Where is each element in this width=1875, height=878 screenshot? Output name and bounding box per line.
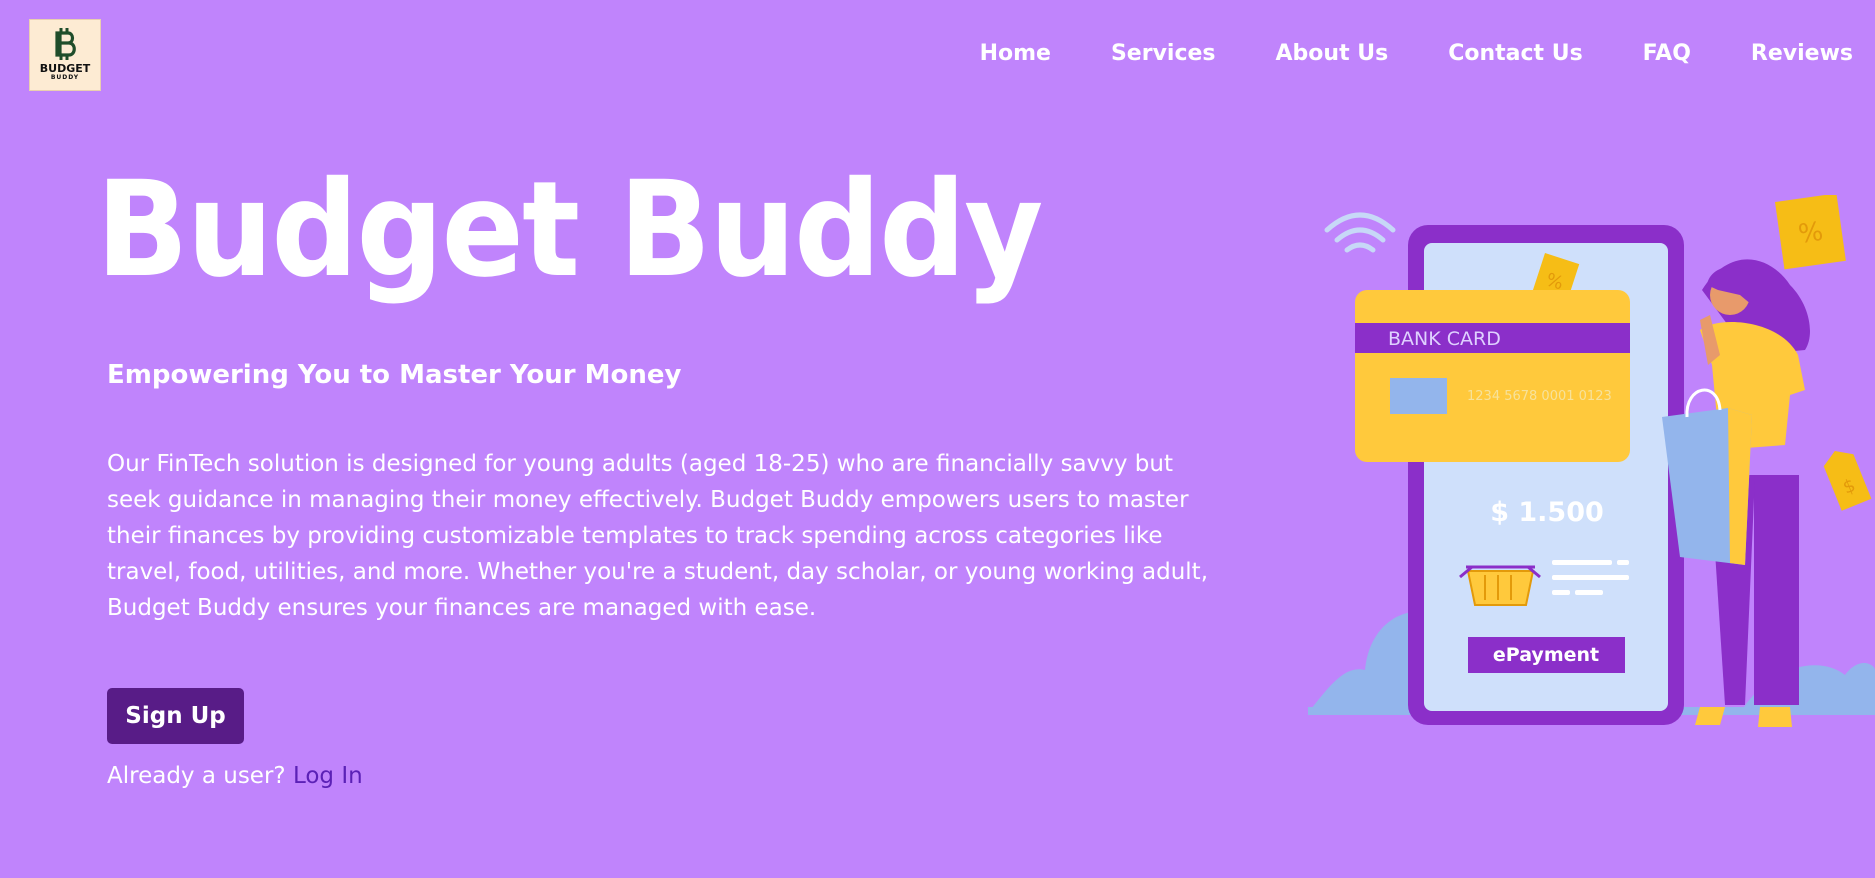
bank-card-label: BANK CARD [1388,328,1501,350]
logo[interactable]: BUDGET BUDDY [29,19,101,91]
nav-services[interactable]: Services [1111,41,1216,66]
hero-tagline: Empowering You to Master Your Money [107,360,682,390]
bank-card [1355,290,1630,462]
bank-card-number: 1234 5678 0001 0123 [1467,389,1612,404]
price-tag: $ [1823,451,1872,511]
wifi-icon [1324,212,1396,253]
login-prompt-line: Already a user? Log In [107,763,363,789]
nav-reviews[interactable]: Reviews [1751,41,1853,66]
login-prompt: Already a user? [107,763,286,789]
logo-wordmark: BUDGET [39,62,91,75]
amount-display: $ 1.500 [1490,497,1604,528]
hero-description: Our FinTech solution is designed for you… [107,451,1209,621]
nav-home[interactable]: Home [980,41,1051,66]
hero-illustration: % BANK CARD 1234 5678 0001 0123 $ 1.500 … [1300,195,1875,740]
hero-title: Budget Buddy [96,153,1043,307]
discount-tag: % [1775,195,1846,270]
epayment-label: ePayment [1493,644,1599,666]
log-in-link[interactable]: Log In [293,763,363,789]
nav-about-us[interactable]: About Us [1276,41,1389,66]
bitcoin-b-icon [55,28,76,60]
logo-subtitle: BUDDY [50,74,80,81]
nav-faq[interactable]: FAQ [1643,41,1691,66]
main-nav: Home Services About Us Contact Us FAQ Re… [980,41,1853,66]
discount-tag-symbol: % [1796,217,1825,250]
card-chip [1390,378,1447,414]
sign-up-button[interactable]: Sign Up [107,688,244,744]
mobile-payment-illustration: % BANK CARD 1234 5678 0001 0123 $ 1.500 … [1308,195,1875,727]
nav-contact-us[interactable]: Contact Us [1448,41,1582,66]
